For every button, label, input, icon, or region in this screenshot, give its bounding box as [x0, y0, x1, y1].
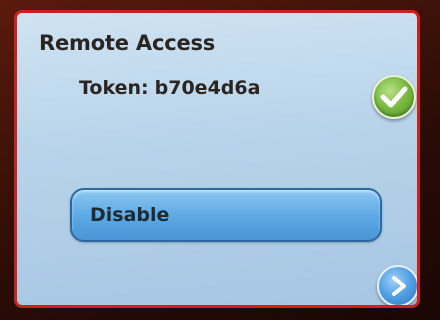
- device-screen: Remote Access Token: b70e4d6a Disable: [14, 10, 420, 308]
- token-label: Token:: [79, 77, 149, 99]
- token-value: b70e4d6a: [154, 77, 261, 99]
- chevron-right-icon: [392, 276, 406, 296]
- confirm-button[interactable]: [372, 75, 416, 119]
- next-button[interactable]: [377, 265, 417, 305]
- token-display: Token: b70e4d6a: [79, 77, 260, 99]
- checkmark-icon: [380, 86, 408, 108]
- disable-button[interactable]: Disable: [70, 188, 382, 242]
- device-bezel: Remote Access Token: b70e4d6a Disable: [0, 0, 440, 320]
- disable-button-label: Disable: [90, 204, 170, 226]
- page-title: Remote Access: [39, 31, 216, 55]
